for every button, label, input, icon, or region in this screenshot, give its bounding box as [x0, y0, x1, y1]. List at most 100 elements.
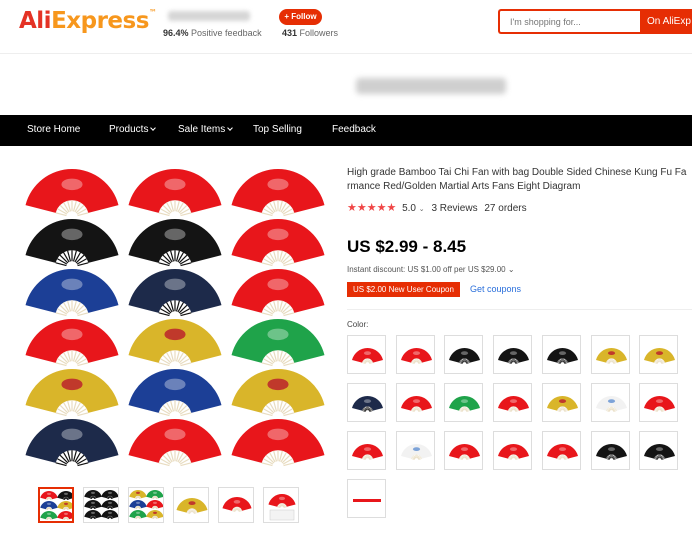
product-price: US $2.99 - 8.45	[347, 237, 467, 256]
fan-green-icon	[449, 396, 481, 412]
fan-black-icon	[595, 444, 627, 460]
search-button[interactable]: On AliExp	[640, 9, 692, 34]
fan-thumb-icon	[101, 490, 118, 500]
nav-sale-items[interactable]: Sale Items	[178, 124, 234, 135]
followers-label: Followers	[299, 28, 339, 38]
fan-blue-image	[25, 269, 119, 317]
fan-red-image	[128, 419, 222, 467]
fan-red-icon	[400, 348, 432, 364]
color-swatch-red[interactable]	[395, 383, 435, 422]
aliexpress-logo[interactable]: AliExpress™	[19, 8, 157, 34]
fan-thumb-icon	[84, 490, 102, 500]
fan-thumb-icon	[57, 501, 72, 511]
fan-darkblue-icon	[352, 396, 383, 412]
color-swatch-red[interactable]	[493, 431, 533, 470]
fan-gold-image	[128, 319, 222, 367]
search-input[interactable]	[498, 9, 640, 34]
color-swatch-black[interactable]	[444, 335, 484, 374]
fan-red-icon	[268, 494, 296, 508]
color-swatch-red[interactable]	[541, 431, 581, 470]
instant-discount-text: Instant discount: US $1.00 off per US $2…	[347, 265, 506, 274]
followers-stat: 431 Followers	[282, 28, 338, 38]
fan-white-icon	[595, 396, 627, 412]
fan-black-icon	[449, 348, 481, 364]
fan-black-icon	[644, 444, 676, 460]
color-swatch-red[interactable]	[639, 383, 679, 422]
color-swatch-gold[interactable]	[639, 335, 679, 374]
thumbnail-3[interactable]	[128, 487, 164, 523]
color-swatch-red[interactable]	[347, 335, 386, 374]
nav-top-selling[interactable]: Top Selling	[253, 124, 302, 135]
product-title-line-1: High grade Bamboo Tai Chi Fan with bag D…	[347, 167, 687, 178]
main-product-image[interactable]	[20, 165, 330, 475]
fan-green-image	[231, 318, 325, 367]
color-swatch-green[interactable]	[444, 383, 484, 422]
fan-red-icon	[546, 444, 578, 460]
swatch-image	[400, 396, 432, 412]
fan-thumb-icon	[40, 491, 58, 501]
nav-products[interactable]: Products	[109, 124, 157, 135]
fan-darkblue-image	[25, 419, 119, 467]
fan-red-icon	[352, 444, 383, 460]
thumbnail-4[interactable]	[173, 487, 209, 523]
fan-thumb-icon	[40, 511, 58, 521]
color-swatch-red-closed[interactable]	[347, 479, 386, 518]
fan-red-image	[231, 419, 325, 467]
swatch-image	[498, 348, 530, 364]
thumbnail-6[interactable]	[263, 487, 299, 523]
chevron-down-icon[interactable]: ⌄	[419, 206, 425, 213]
color-swatch-white[interactable]	[590, 383, 630, 422]
thumbnail-2[interactable]	[83, 487, 119, 523]
color-swatch-black[interactable]	[541, 335, 581, 374]
store-banner-name-redacted	[356, 78, 506, 94]
thumbnail-5[interactable]	[218, 487, 254, 523]
rating-score[interactable]: 5.0	[402, 203, 416, 214]
fan-black-image	[128, 219, 222, 267]
fan-red-icon	[498, 444, 530, 460]
fan-thumb-icon	[84, 510, 102, 520]
swatch-image	[546, 444, 578, 460]
nav-sale-items-label: Sale Items	[178, 124, 226, 135]
follow-button[interactable]: + Follow	[279, 9, 322, 25]
nav-feedback[interactable]: Feedback	[332, 124, 376, 135]
followers-count: 431	[282, 28, 298, 38]
nav-store-home[interactable]: Store Home	[27, 124, 80, 135]
store-banner	[0, 55, 692, 115]
fan-thumb-icon	[146, 490, 163, 500]
color-swatch-black[interactable]	[590, 431, 630, 470]
instant-discount[interactable]: Instant discount: US $1.00 off per US $2…	[347, 265, 515, 274]
thumbnail-1[interactable]	[38, 487, 74, 523]
color-swatch-red[interactable]	[444, 431, 484, 470]
color-swatch-gold[interactable]	[590, 335, 630, 374]
thumbnail-image	[84, 490, 118, 520]
color-swatch-red[interactable]	[395, 335, 435, 374]
color-swatch-red[interactable]	[493, 383, 533, 422]
swatch-image	[400, 444, 432, 460]
swatch-image	[595, 444, 627, 460]
color-swatch-gold[interactable]	[541, 383, 581, 422]
fan-red-image	[25, 319, 119, 367]
fan-white-icon	[400, 444, 432, 460]
fan-red-image	[231, 168, 325, 217]
color-swatch-white[interactable]	[395, 431, 435, 470]
fan-red-icon	[352, 348, 383, 364]
reviews-link[interactable]: 3 Reviews	[431, 203, 477, 214]
fan-red-image	[231, 218, 325, 267]
fan-grid-image	[25, 168, 325, 467]
nav-feedback-label: Feedback	[332, 124, 376, 135]
color-swatch-black[interactable]	[639, 431, 679, 470]
fan-thumb-icon	[129, 500, 147, 510]
color-swatch-darkblue[interactable]	[347, 383, 386, 422]
store-nav: Store Home Products Sale Items Top Selli…	[0, 115, 692, 146]
color-swatch-red[interactable]	[347, 431, 386, 470]
color-label: Color:	[347, 320, 369, 329]
fan-gold-icon	[644, 348, 676, 364]
get-coupons-link[interactable]: Get coupons	[470, 284, 521, 294]
chevron-down-icon: ⌄	[507, 265, 515, 274]
swatch-image	[353, 499, 381, 502]
color-swatch-black[interactable]	[493, 335, 533, 374]
swatch-image	[449, 348, 481, 364]
fan-thumb-icon	[146, 510, 163, 520]
thumbnail-image	[40, 491, 72, 521]
thumbnail-image	[129, 490, 163, 520]
